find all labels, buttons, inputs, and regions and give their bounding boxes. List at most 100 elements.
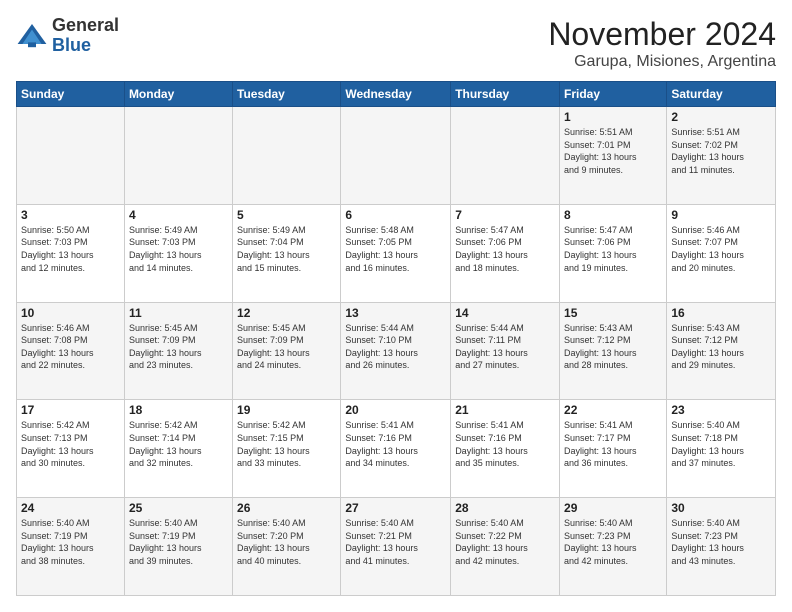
calendar-cell: 1 Sunrise: 5:51 AM Sunset: 7:01 PM Daylig…	[560, 107, 667, 205]
day-number: 28	[455, 501, 555, 515]
day-info: Sunrise: 5:42 AM Sunset: 7:15 PM Dayligh…	[237, 419, 336, 469]
day-info: Sunrise: 5:40 AM Sunset: 7:23 PM Dayligh…	[564, 517, 662, 567]
day-number: 6	[345, 208, 446, 222]
day-info: Sunrise: 5:50 AM Sunset: 7:03 PM Dayligh…	[21, 224, 120, 274]
calendar-cell: 22 Sunrise: 5:41 AM Sunset: 7:17 PM Dayli…	[560, 400, 667, 498]
calendar-header: SundayMondayTuesdayWednesdayThursdayFrid…	[17, 82, 776, 107]
calendar-cell: 26 Sunrise: 5:40 AM Sunset: 7:20 PM Dayli…	[233, 498, 341, 596]
day-number: 22	[564, 403, 662, 417]
calendar-cell: 13 Sunrise: 5:44 AM Sunset: 7:10 PM Dayli…	[341, 302, 451, 400]
day-number: 13	[345, 306, 446, 320]
day-number: 16	[671, 306, 771, 320]
calendar-cell: 2Sunrise: 5:51 AM Sunset: 7:02 PM Daylig…	[667, 107, 776, 205]
weekday-header-sunday: Sunday	[17, 82, 125, 107]
calendar-cell: 29Sunrise: 5:40 AM Sunset: 7:23 PM Dayli…	[560, 498, 667, 596]
day-number: 19	[237, 403, 336, 417]
day-number: 15	[564, 306, 662, 320]
day-info: Sunrise: 5:46 AM Sunset: 7:07 PM Dayligh…	[671, 224, 771, 274]
day-info: Sunrise: 5:41 AM Sunset: 7:16 PM Dayligh…	[455, 419, 555, 469]
page: General Blue November 2024 Garupa, Misio…	[0, 0, 792, 612]
calendar-cell	[451, 107, 560, 205]
calendar-cell: 23 Sunrise: 5:40 AM Sunset: 7:18 PM Dayli…	[667, 400, 776, 498]
day-number: 7	[455, 208, 555, 222]
day-info: Sunrise: 5:41 AM Sunset: 7:17 PM Dayligh…	[564, 419, 662, 469]
calendar-cell: 20 Sunrise: 5:41 AM Sunset: 7:16 PM Dayli…	[341, 400, 451, 498]
day-number: 3	[21, 208, 120, 222]
header: General Blue November 2024 Garupa, Misio…	[16, 16, 776, 71]
calendar-cell: 18 Sunrise: 5:42 AM Sunset: 7:14 PM Dayli…	[124, 400, 232, 498]
day-info: Sunrise: 5:40 AM Sunset: 7:23 PM Dayligh…	[671, 517, 771, 567]
calendar-cell: 25 Sunrise: 5:40 AM Sunset: 7:19 PM Dayli…	[124, 498, 232, 596]
day-number: 12	[237, 306, 336, 320]
calendar-cell: 30 Sunrise: 5:40 AM Sunset: 7:23 PM Dayli…	[667, 498, 776, 596]
calendar-cell: 19 Sunrise: 5:42 AM Sunset: 7:15 PM Dayli…	[233, 400, 341, 498]
calendar-cell: 12 Sunrise: 5:45 AM Sunset: 7:09 PM Dayli…	[233, 302, 341, 400]
title-block: November 2024 Garupa, Misiones, Argentin…	[548, 16, 776, 71]
day-number: 8	[564, 208, 662, 222]
calendar-cell: 7 Sunrise: 5:47 AM Sunset: 7:06 PM Daylig…	[451, 204, 560, 302]
day-info: Sunrise: 5:47 AM Sunset: 7:06 PM Dayligh…	[564, 224, 662, 274]
day-info: Sunrise: 5:41 AM Sunset: 7:16 PM Dayligh…	[345, 419, 446, 469]
weekday-header-row: SundayMondayTuesdayWednesdayThursdayFrid…	[17, 82, 776, 107]
day-number: 26	[237, 501, 336, 515]
week-row-3: 17Sunrise: 5:42 AM Sunset: 7:13 PM Dayli…	[17, 400, 776, 498]
day-number: 1	[564, 110, 662, 124]
day-info: Sunrise: 5:40 AM Sunset: 7:18 PM Dayligh…	[671, 419, 771, 469]
day-info: Sunrise: 5:49 AM Sunset: 7:04 PM Dayligh…	[237, 224, 336, 274]
calendar-cell: 14Sunrise: 5:44 AM Sunset: 7:11 PM Dayli…	[451, 302, 560, 400]
calendar-cell	[233, 107, 341, 205]
day-number: 18	[129, 403, 228, 417]
weekday-header-saturday: Saturday	[667, 82, 776, 107]
day-info: Sunrise: 5:40 AM Sunset: 7:19 PM Dayligh…	[129, 517, 228, 567]
day-number: 20	[345, 403, 446, 417]
calendar-table: SundayMondayTuesdayWednesdayThursdayFrid…	[16, 81, 776, 596]
day-info: Sunrise: 5:44 AM Sunset: 7:11 PM Dayligh…	[455, 322, 555, 372]
weekday-header-tuesday: Tuesday	[233, 82, 341, 107]
calendar-cell: 10 Sunrise: 5:46 AM Sunset: 7:08 PM Dayli…	[17, 302, 125, 400]
day-number: 5	[237, 208, 336, 222]
calendar-cell: 6 Sunrise: 5:48 AM Sunset: 7:05 PM Daylig…	[341, 204, 451, 302]
day-number: 25	[129, 501, 228, 515]
day-info: Sunrise: 5:40 AM Sunset: 7:20 PM Dayligh…	[237, 517, 336, 567]
day-info: Sunrise: 5:51 AM Sunset: 7:02 PM Dayligh…	[671, 126, 771, 176]
day-info: Sunrise: 5:44 AM Sunset: 7:10 PM Dayligh…	[345, 322, 446, 372]
day-number: 23	[671, 403, 771, 417]
logo: General Blue	[16, 16, 119, 56]
day-number: 10	[21, 306, 120, 320]
day-info: Sunrise: 5:47 AM Sunset: 7:06 PM Dayligh…	[455, 224, 555, 274]
day-info: Sunrise: 5:49 AM Sunset: 7:03 PM Dayligh…	[129, 224, 228, 274]
day-info: Sunrise: 5:45 AM Sunset: 7:09 PM Dayligh…	[129, 322, 228, 372]
day-info: Sunrise: 5:40 AM Sunset: 7:19 PM Dayligh…	[21, 517, 120, 567]
day-info: Sunrise: 5:46 AM Sunset: 7:08 PM Dayligh…	[21, 322, 120, 372]
day-number: 27	[345, 501, 446, 515]
logo-blue-text: Blue	[52, 36, 119, 56]
day-info: Sunrise: 5:48 AM Sunset: 7:05 PM Dayligh…	[345, 224, 446, 274]
week-row-1: 3 Sunrise: 5:50 AM Sunset: 7:03 PM Daylig…	[17, 204, 776, 302]
logo-icon	[16, 20, 48, 52]
day-info: Sunrise: 5:45 AM Sunset: 7:09 PM Dayligh…	[237, 322, 336, 372]
weekday-header-monday: Monday	[124, 82, 232, 107]
weekday-header-wednesday: Wednesday	[341, 82, 451, 107]
calendar-cell: 4Sunrise: 5:49 AM Sunset: 7:03 PM Daylig…	[124, 204, 232, 302]
logo-text: General Blue	[52, 16, 119, 56]
week-row-2: 10 Sunrise: 5:46 AM Sunset: 7:08 PM Dayli…	[17, 302, 776, 400]
day-number: 11	[129, 306, 228, 320]
calendar-cell: 27Sunrise: 5:40 AM Sunset: 7:21 PM Dayli…	[341, 498, 451, 596]
logo-general-text: General	[52, 16, 119, 36]
calendar-cell	[341, 107, 451, 205]
calendar-cell: 3 Sunrise: 5:50 AM Sunset: 7:03 PM Daylig…	[17, 204, 125, 302]
day-number: 30	[671, 501, 771, 515]
calendar-cell	[124, 107, 232, 205]
calendar-cell: 9 Sunrise: 5:46 AM Sunset: 7:07 PM Daylig…	[667, 204, 776, 302]
calendar-body: 1 Sunrise: 5:51 AM Sunset: 7:01 PM Daylig…	[17, 107, 776, 596]
day-info: Sunrise: 5:42 AM Sunset: 7:14 PM Dayligh…	[129, 419, 228, 469]
calendar-cell	[17, 107, 125, 205]
weekday-header-friday: Friday	[560, 82, 667, 107]
weekday-header-thursday: Thursday	[451, 82, 560, 107]
day-number: 9	[671, 208, 771, 222]
calendar-cell: 28Sunrise: 5:40 AM Sunset: 7:22 PM Dayli…	[451, 498, 560, 596]
day-info: Sunrise: 5:51 AM Sunset: 7:01 PM Dayligh…	[564, 126, 662, 176]
main-title: November 2024	[548, 16, 776, 53]
day-info: Sunrise: 5:42 AM Sunset: 7:13 PM Dayligh…	[21, 419, 120, 469]
calendar-cell: 21Sunrise: 5:41 AM Sunset: 7:16 PM Dayli…	[451, 400, 560, 498]
